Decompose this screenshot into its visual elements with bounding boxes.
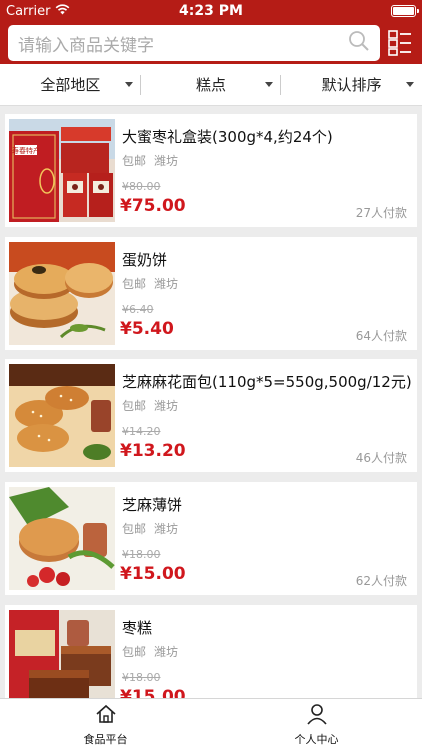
product-tags: 包邮 潍坊 — [122, 152, 178, 169]
original-price: ¥18.00 — [122, 548, 161, 561]
product-card[interactable]: 芝麻麻花面包(110g*5=550g,500g/12元) 包邮 潍坊 ¥14.20… — [5, 359, 417, 472]
product-card[interactable]: 芝麻薄饼 包邮 潍坊 ¥18.00 ¥15.00 62人付款 — [5, 482, 417, 595]
original-price: ¥80.00 — [122, 180, 161, 193]
shipping-tag: 包邮 — [122, 645, 147, 659]
product-image-sesame-thin-cake — [9, 487, 115, 590]
sale-price: ¥5.40 — [120, 319, 174, 339]
dropdown-arrow-icon — [265, 82, 274, 87]
top-bar: Carrier 4:23 PM 请输入商品关键字 — [0, 0, 422, 64]
location-tag: 潍坊 — [154, 154, 179, 168]
wifi-icon — [55, 3, 70, 19]
location-tag: 潍坊 — [154, 522, 179, 536]
sold-count: 46人付款 — [355, 451, 407, 465]
sold-count: 27人付款 — [355, 206, 407, 220]
product-image-sesame-twist-bread — [9, 364, 115, 467]
product-image-egg-milk-cake — [9, 242, 115, 345]
shipping-tag: 包邮 — [122, 522, 147, 536]
location-tag: 潍坊 — [154, 277, 179, 291]
filter-bar: 全部地区 糕点 默认排序 — [0, 64, 422, 106]
product-card[interactable]: 寿春特产 大蜜枣礼盒装(300g*4,约24个) 包邮 潍坊 ¥80.00 ¥75… — [5, 114, 417, 227]
filter-region[interactable]: 全部地区 — [0, 64, 141, 105]
category-menu-icon[interactable] — [388, 30, 412, 56]
product-title: 蛋奶饼 — [122, 251, 168, 269]
product-title: 芝麻麻花面包(110g*5=550g,500g/12元) — [122, 373, 412, 391]
product-tags: 包邮 潍坊 — [122, 397, 178, 414]
original-price: ¥18.00 — [122, 671, 161, 684]
product-title: 枣糕 — [122, 619, 153, 637]
status-bar: Carrier 4:23 PM — [0, 0, 422, 22]
tab-personal-center[interactable]: 个人中心 — [211, 699, 422, 750]
sold-count: 64人付款 — [355, 329, 407, 343]
dropdown-arrow-icon — [406, 82, 415, 87]
person-icon — [306, 703, 328, 729]
product-title: 大蜜枣礼盒装(300g*4,约24个) — [122, 128, 333, 146]
search-placeholder: 请输入商品关键字 — [18, 35, 154, 56]
product-tags: 包邮 潍坊 — [122, 643, 178, 660]
filter-sort-label: 默认排序 — [321, 76, 382, 94]
filter-category-label: 糕点 — [196, 76, 227, 94]
product-card[interactable]: 蛋奶饼 包邮 潍坊 ¥6.40 ¥5.40 64人付款 — [5, 237, 417, 350]
product-tags: 包邮 潍坊 — [122, 275, 178, 292]
home-icon — [95, 703, 117, 729]
sale-price: ¥15.00 — [120, 687, 186, 698]
product-tags: 包邮 潍坊 — [122, 520, 178, 537]
product-image-date-gift-box: 寿春特产 — [9, 119, 115, 222]
box-label-text: 寿春特产 — [12, 146, 40, 155]
sale-price: ¥15.00 — [120, 564, 186, 584]
original-price: ¥6.40 — [122, 303, 154, 316]
sold-count: 62人付款 — [355, 574, 407, 588]
search-icon[interactable] — [348, 30, 370, 56]
battery-icon — [391, 5, 419, 17]
shipping-tag: 包邮 — [122, 277, 147, 291]
product-card[interactable]: 枣糕 包邮 潍坊 ¥18.00 ¥15.00 — [5, 605, 417, 698]
product-list[interactable]: 寿春特产 大蜜枣礼盒装(300g*4,约24个) 包邮 潍坊 ¥80.00 ¥75… — [0, 106, 422, 698]
product-image-date-cake — [9, 610, 115, 698]
tab-food-platform[interactable]: 食品平台 — [0, 699, 211, 750]
product-title: 芝麻薄饼 — [122, 496, 183, 514]
tab-food-platform-label: 食品平台 — [83, 732, 128, 746]
filter-sort[interactable]: 默认排序 — [281, 64, 422, 105]
shipping-tag: 包邮 — [122, 399, 147, 413]
filter-category[interactable]: 糕点 — [141, 64, 282, 105]
location-tag: 潍坊 — [154, 645, 179, 659]
shipping-tag: 包邮 — [122, 154, 147, 168]
carrier-label: Carrier — [6, 3, 51, 19]
sale-price: ¥75.00 — [120, 196, 186, 216]
original-price: ¥14.20 — [122, 425, 161, 438]
tab-bar: 食品平台 个人中心 — [0, 698, 422, 750]
filter-region-label: 全部地区 — [40, 76, 101, 94]
dropdown-arrow-icon — [124, 82, 133, 87]
search-input[interactable]: 请输入商品关键字 — [8, 25, 380, 61]
location-tag: 潍坊 — [154, 399, 179, 413]
tab-personal-center-label: 个人中心 — [294, 732, 339, 746]
sale-price: ¥13.20 — [120, 441, 186, 461]
